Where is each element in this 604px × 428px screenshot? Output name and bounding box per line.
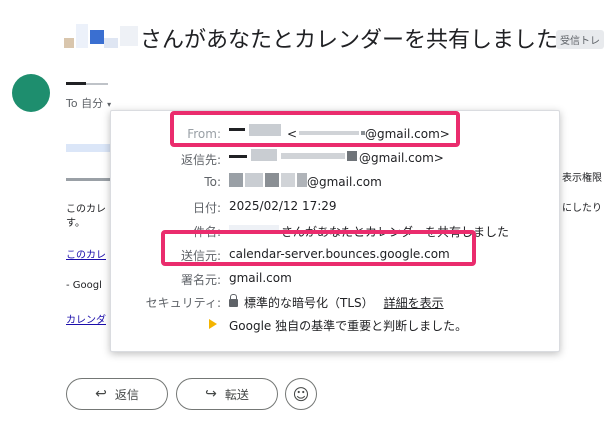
calendar-link[interactable]: このカレ	[66, 246, 106, 261]
security-encryption-text: 標準的な暗号化（TLS）	[244, 296, 374, 310]
recipient-details-toggle[interactable]: To 自分 ▾	[66, 95, 111, 111]
redacted-name-block	[104, 38, 118, 48]
redacted-to	[229, 173, 243, 187]
date-value: 2025/02/12 17:29	[229, 199, 337, 213]
reply-button[interactable]: ↩ 返信	[66, 378, 168, 410]
detail-row-to: To: @gmail.com	[111, 173, 559, 193]
email-subject: さんがあなたとカレンダーを共有しました	[140, 28, 559, 53]
security-value: 標準的な暗号化（TLS） 詳細を表示	[229, 293, 444, 311]
redacted-to	[297, 173, 307, 187]
background-side-text: にしたり	[562, 203, 602, 214]
lock-icon	[229, 293, 238, 307]
security-label: セキュリティ:	[145, 296, 221, 310]
reply-to-label: 返信先:	[180, 153, 221, 167]
to-email-domain: @gmail.com	[307, 175, 382, 189]
importance-marker	[209, 317, 221, 331]
background-banner	[66, 144, 114, 152]
redacted-to	[281, 173, 295, 187]
redacted-to	[265, 173, 279, 187]
reply-label: 返信	[114, 387, 139, 402]
to-me-label: To 自分	[66, 97, 104, 110]
redacted-reply-to	[251, 149, 277, 161]
redacted-reply-to	[347, 151, 357, 161]
reply-icon: ↩	[95, 386, 107, 402]
forward-label: 転送	[224, 387, 249, 402]
reply-to-email-domain: @gmail.com>	[359, 151, 444, 165]
detail-row-date: 日付: 2025/02/12 17:29	[111, 197, 559, 217]
detail-row-importance: Google 独自の基準で重要と判断しました。	[111, 315, 559, 335]
redacted-reply-to	[229, 155, 247, 158]
avatar[interactable]	[12, 74, 50, 112]
background-text: このカレ	[66, 204, 106, 215]
chevron-down-icon: ▾	[107, 100, 112, 109]
to-label: To:	[204, 175, 221, 189]
highlight-from-box	[170, 111, 460, 147]
background-text: - Googl	[66, 280, 102, 291]
emoji-reaction-button[interactable]: ☺	[285, 378, 317, 410]
importance-value: Google 独自の基準で重要と判断しました。	[229, 319, 468, 333]
redacted-reply-to	[281, 153, 345, 159]
view-details-link[interactable]: 詳細を表示	[384, 296, 444, 310]
date-label: 日付:	[192, 201, 221, 215]
signed-by-label: 署名元:	[180, 273, 221, 287]
redacted-name-block	[64, 38, 74, 48]
forward-button[interactable]: ↪ 転送	[176, 378, 278, 410]
background-side-text: 表示権限	[562, 173, 602, 184]
background-text: す。	[66, 218, 85, 229]
background-divider	[66, 178, 114, 181]
redacted-sender-name	[86, 83, 108, 85]
redacted-sender-name	[66, 82, 86, 85]
emoji-icon: ☺	[292, 384, 310, 404]
detail-row-security: セキュリティ: 標準的な暗号化（TLS） 詳細を表示	[111, 292, 559, 312]
forward-icon: ↪	[205, 386, 217, 402]
redacted-to	[245, 173, 263, 187]
detail-row-signed-by: 署名元: gmail.com	[111, 269, 559, 289]
redacted-name-block	[120, 26, 138, 46]
redacted-name-block	[76, 24, 88, 48]
highlight-mailed-by-box	[161, 230, 476, 266]
detail-row-reply-to: 返信先: @gmail.com>	[111, 149, 559, 169]
redacted-name-block	[90, 30, 104, 44]
inbox-label-chip[interactable]: 受信トレ	[556, 30, 604, 49]
signed-by-value: gmail.com	[229, 271, 292, 285]
calendar-link[interactable]: カレンダ	[66, 311, 106, 326]
important-marker-icon	[209, 318, 217, 329]
